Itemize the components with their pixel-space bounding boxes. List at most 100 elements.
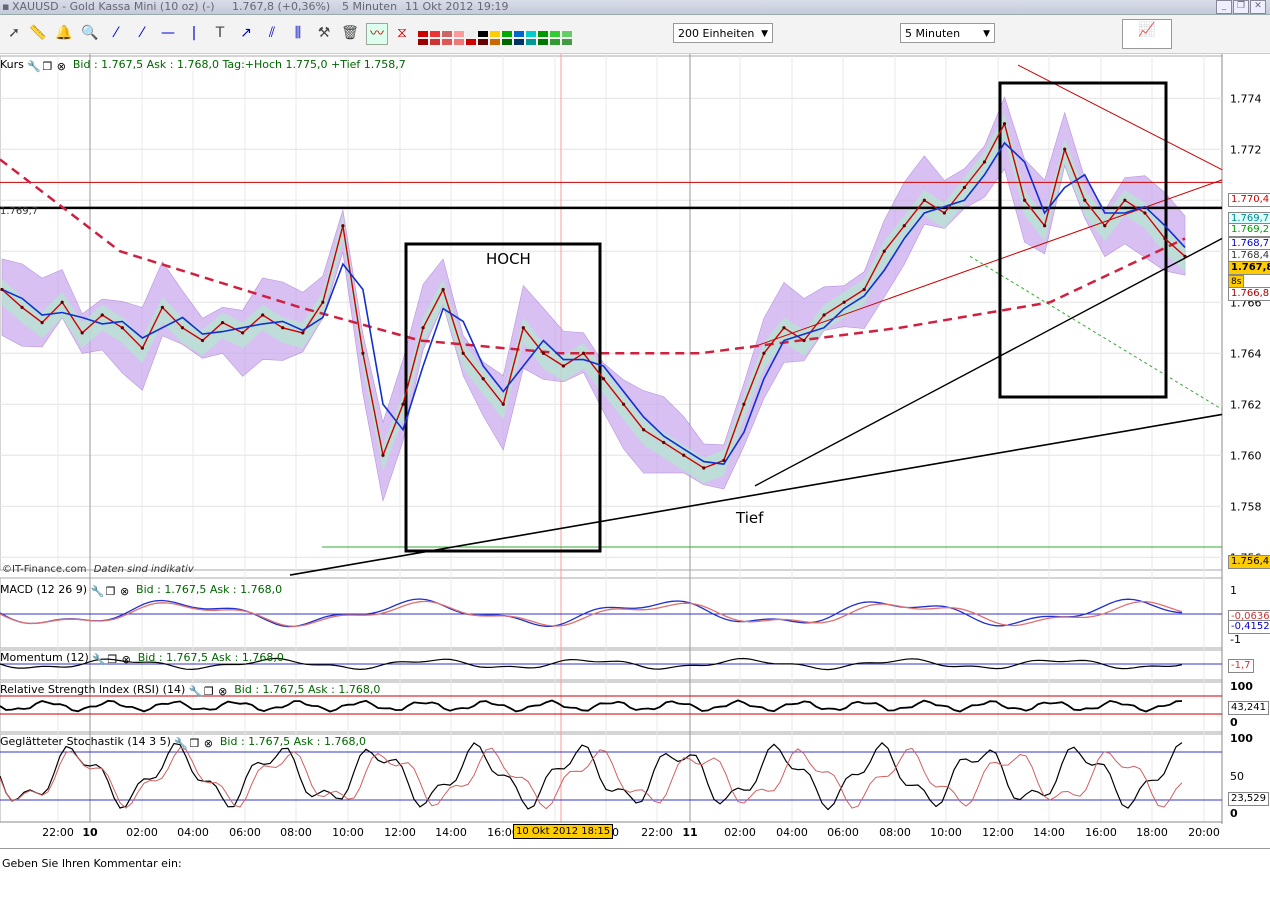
wrench-icon[interactable]: 🔧	[174, 738, 188, 750]
x-tick-label: 14:00	[1033, 826, 1065, 839]
vertical-line-icon[interactable]: |	[184, 23, 204, 43]
badge-price: 1.769,2	[1228, 223, 1270, 237]
price-point	[461, 351, 465, 355]
app-icon: ▪	[2, 0, 10, 13]
wrench-icon[interactable]: 🔧	[92, 654, 106, 666]
chevron-down-icon: ▼	[983, 29, 990, 39]
stoch-axis-100: 100	[1230, 732, 1253, 745]
title-bar: ▪ XAUUSD - Gold Kassa Mini (10 oz) (-) 1…	[0, 0, 1270, 15]
minimize-icon[interactable]: _	[1216, 0, 1232, 14]
price-point	[341, 224, 345, 228]
arrow-tool-icon[interactable]: ↗	[236, 23, 256, 43]
price-point	[742, 402, 746, 406]
price-point	[40, 321, 44, 325]
macd-header: MACD (12 26 9) 🔧❐ ⊗ Bid : 1.767,5 Ask : 1…	[0, 583, 283, 598]
window-icon[interactable]: ❐	[105, 586, 117, 598]
color-palette-icon[interactable]	[418, 31, 574, 45]
price-point	[140, 346, 144, 350]
horizontal-line-icon[interactable]: —	[158, 23, 178, 43]
close-circle-icon[interactable]: ⊗	[202, 738, 214, 750]
x-tick-label: 08:00	[280, 826, 312, 839]
price-point	[0, 287, 4, 292]
x-tick-label: 10:00	[332, 826, 364, 839]
price-point	[862, 287, 866, 292]
price-point	[1183, 254, 1187, 258]
macd-line	[0, 598, 1183, 628]
x-tick-label: 04:00	[776, 826, 808, 839]
price-point	[321, 300, 325, 304]
pointer-icon[interactable]: ➚	[4, 23, 24, 43]
price-point	[882, 249, 886, 253]
x-tick-label: 06:00	[827, 826, 859, 839]
x-tick-label: 08:00	[879, 826, 911, 839]
annotation-high: HOCH	[486, 250, 531, 268]
bollinger-band	[1, 96, 1186, 503]
price-point	[662, 440, 666, 445]
wrench-icon[interactable]: 🔧	[189, 686, 203, 698]
text-tool-icon[interactable]: T	[210, 23, 230, 43]
stoch-k-line	[0, 742, 1183, 811]
wrench-icon[interactable]: 🔧	[91, 586, 105, 598]
rsi-axis-top: 100	[1230, 680, 1253, 693]
badge-price: 1.770,4	[1228, 193, 1270, 207]
close-circle-icon[interactable]: ⊗	[120, 654, 132, 666]
bell-icon[interactable]: 🔔	[54, 23, 74, 43]
x-tick-label: 10:00	[930, 826, 962, 839]
window-icon[interactable]: ❐	[106, 654, 118, 666]
close-circle-icon[interactable]: ⊗	[119, 586, 131, 598]
chart-style-icon[interactable]: 〰	[366, 23, 388, 45]
close-circle-icon[interactable]: ⊗	[55, 61, 67, 73]
channel-tool-icon[interactable]: ⫽	[262, 23, 282, 43]
price-point	[160, 305, 165, 309]
comment-area[interactable]: Geben Sie Ihren Kommentar ein:	[0, 848, 1270, 904]
pattern-icon[interactable]: ⧖	[392, 23, 412, 43]
price-point	[80, 331, 84, 335]
panel-name: Kurs	[0, 58, 24, 71]
window-icon[interactable]: ❐	[188, 738, 200, 750]
zoom-icon[interactable]: 🔍	[80, 23, 100, 43]
stoch-d-line	[0, 747, 1183, 810]
momentum-header: Momentum (12) 🔧❐ ⊗ Bid : 1.767,5 Ask : 1.…	[0, 651, 284, 666]
line-tool-icon[interactable]: ⁄	[106, 23, 126, 43]
price-point	[1002, 122, 1007, 126]
macd-axis-bottom: -1	[1230, 633, 1241, 646]
channel-line	[749, 179, 1223, 349]
price-point	[1143, 211, 1147, 215]
stoch-badge: 23,529	[1228, 792, 1269, 806]
rsi-header: Relative Strength Index (RSI) (14) 🔧❐ ⊗ B…	[0, 683, 381, 698]
y-tick-label: 1.764	[1230, 347, 1262, 360]
price-point	[301, 331, 305, 335]
close-circle-icon[interactable]: ⊗	[217, 686, 229, 698]
price-point	[401, 402, 405, 406]
trash-icon[interactable]: 🗑	[340, 23, 360, 43]
interval-select[interactable]: 5 Minuten ▼	[900, 23, 995, 43]
price-point	[1123, 198, 1127, 202]
restore-icon[interactable]: ❐	[1233, 0, 1249, 14]
fibonacci-icon[interactable]: ⫼	[288, 23, 308, 43]
y-tick-label: 1.760	[1230, 449, 1262, 462]
ray-tool-icon[interactable]: ⁄	[132, 23, 152, 43]
chart-area[interactable]: 1.7741.7721.7701.7681.7661.7641.7621.760…	[0, 54, 1270, 848]
price-point	[501, 402, 505, 406]
window-interval: 5 Minuten	[342, 0, 398, 13]
momentum-badge: -1,7	[1228, 659, 1254, 673]
price-point	[722, 458, 726, 462]
window-datetime: 11 Okt 2012 19:19	[405, 0, 509, 13]
price-point	[942, 211, 946, 215]
ruler-icon[interactable]: 📏	[28, 23, 48, 43]
window-icon[interactable]: ❐	[203, 686, 215, 698]
units-select[interactable]: 200 Einheiten ▼	[673, 23, 773, 43]
price-point	[782, 326, 786, 330]
price-point	[1043, 224, 1047, 228]
rsi-badge: 43,241	[1228, 701, 1269, 715]
x-tick-label: 22:00	[641, 826, 673, 839]
price-point	[1163, 236, 1167, 241]
price-point	[241, 331, 245, 335]
price-point	[281, 326, 285, 330]
badge-price: 1.756,4	[1228, 555, 1270, 569]
chart-overview-icon[interactable]: 📈	[1122, 19, 1172, 49]
tools-icon[interactable]: ⚒	[314, 23, 334, 43]
wrench-icon[interactable]: 🔧	[27, 61, 41, 73]
close-icon[interactable]: ✕	[1250, 0, 1266, 14]
window-icon[interactable]: ❐	[41, 61, 53, 73]
